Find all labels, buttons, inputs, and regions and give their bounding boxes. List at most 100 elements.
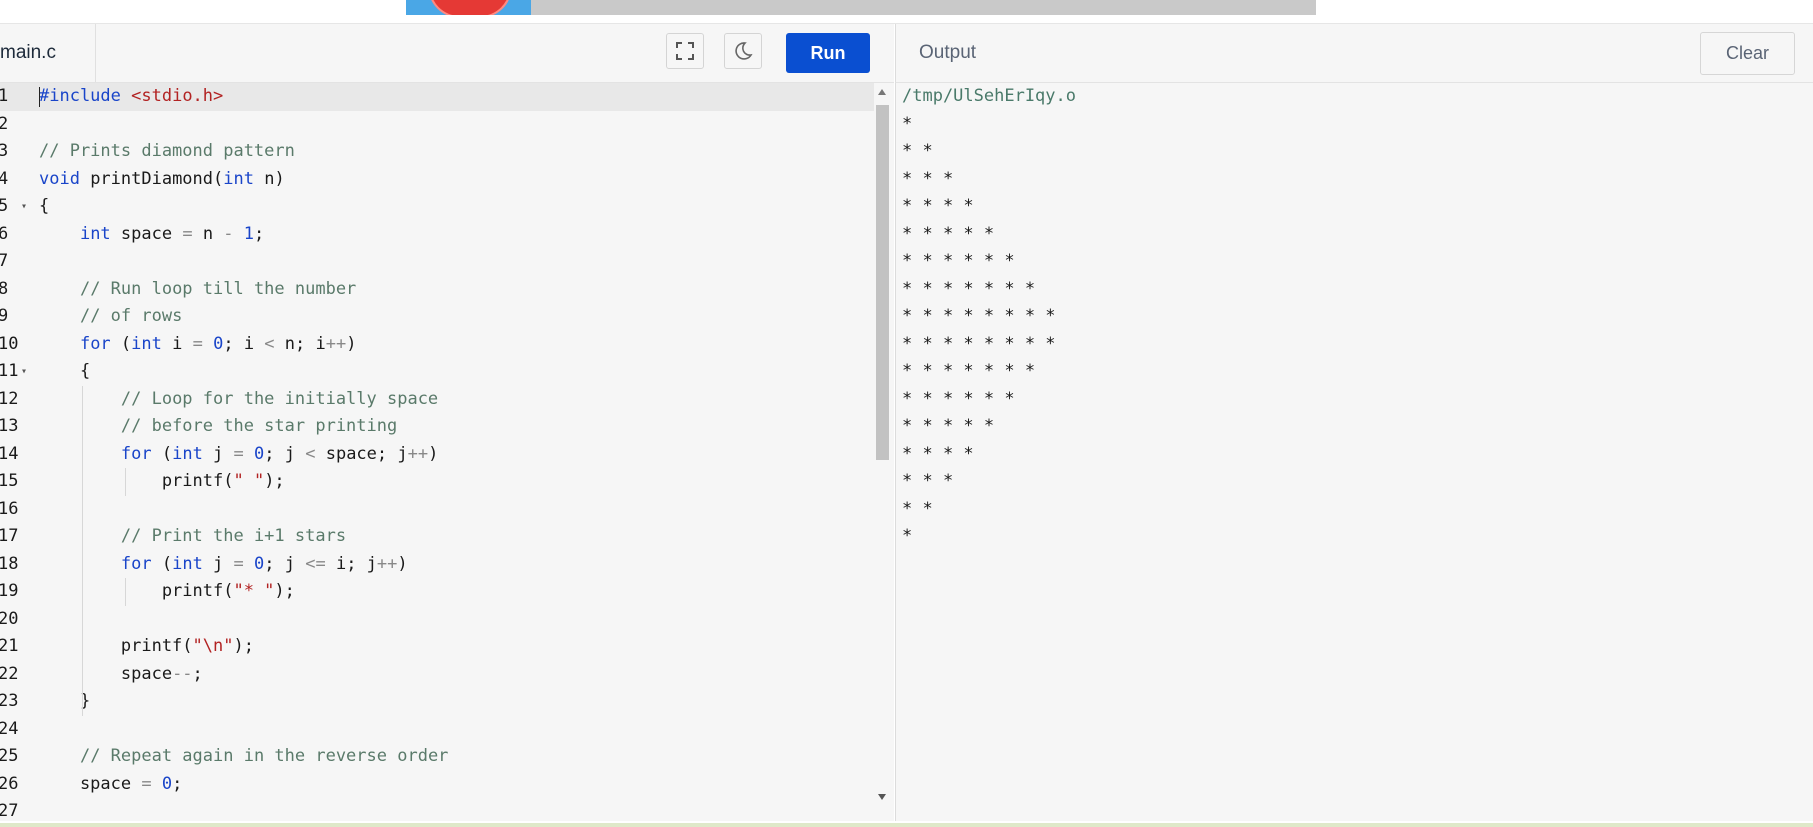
code-text: printf("\n"); — [39, 636, 254, 656]
top-banner — [0, 0, 1813, 24]
output-panel: /tmp/UlSehErIqy.o * * * * * * * * * * * * * … — [895, 83, 1813, 821]
code-line[interactable]: 21 printf("\n"); — [0, 633, 875, 661]
code-line[interactable]: 2 — [0, 111, 875, 139]
indent-guide — [82, 385, 83, 716]
line-number: 15 — [0, 471, 19, 491]
code-line[interactable]: 3 // Prints diamond pattern — [0, 138, 875, 166]
line-number: 17 — [0, 526, 19, 546]
code-line[interactable]: 24 — [0, 716, 875, 744]
code-text: // Print the i+1 stars — [120, 526, 347, 546]
line-number: 12 — [0, 388, 19, 409]
file-tab-label: main.c — [0, 42, 56, 63]
code-text: { — [39, 361, 91, 381]
code-line[interactable]: 8 // Run loop till the number — [0, 276, 875, 304]
line-number: 21 — [0, 636, 19, 656]
code-line[interactable]: 10 for (int i = 0; i < n; i++) — [0, 331, 875, 359]
output-line: * * * * * * * * — [902, 333, 1056, 354]
code-line[interactable]: 9 // of rows — [0, 303, 875, 331]
ad-graphic — [428, 0, 512, 15]
line-number: 14 — [0, 443, 19, 464]
code-line[interactable]: 16 — [0, 496, 875, 524]
code-line[interactable]: 12 // Loop for the initially space — [0, 386, 875, 414]
editor-scrollbar[interactable] — [874, 83, 890, 803]
text-cursor — [39, 87, 40, 107]
dark-mode-button[interactable] — [724, 33, 762, 69]
code-text: // Prints diamond pattern — [39, 141, 295, 161]
ad-banner[interactable] — [531, 0, 1316, 15]
code-line[interactable]: 14 for (int j = 0; j < space; j++) — [0, 441, 875, 469]
code-line[interactable]: 15 printf(" "); — [0, 468, 875, 496]
line-number: 10 — [0, 333, 19, 354]
output-line: * * * * * * — [902, 388, 1015, 409]
code-text: space--; — [39, 663, 203, 684]
output-line: * * * * * * * — [902, 278, 1036, 299]
code-line[interactable]: 25 // Repeat again in the reverse order — [0, 743, 875, 771]
code-text: int space = n - 1; — [79, 223, 265, 244]
output-line: * * * — [902, 471, 954, 491]
code-line[interactable]: 5 ▾{ — [0, 193, 875, 221]
line-number: 4 — [0, 168, 9, 189]
output-line: * * * — [902, 168, 954, 189]
code-text: #include <stdio.h> — [39, 86, 224, 106]
line-number: 3 — [0, 141, 9, 161]
code-text: void printDiamond(int n) — [39, 168, 285, 189]
output-line: * * * * * * * * — [902, 306, 1056, 326]
code-text: for (int i = 0; i < n; i++) — [79, 333, 357, 354]
code-text: { — [39, 196, 50, 216]
code-line[interactable]: 6 int space = n - 1; — [0, 221, 875, 249]
output-line: * * — [902, 141, 933, 161]
code-line[interactable]: 27 — [0, 798, 875, 821]
fold-arrow-icon[interactable]: ▾ — [21, 193, 27, 221]
fold-arrow-icon[interactable]: ▾ — [21, 358, 27, 386]
bottom-divider — [0, 823, 1813, 827]
clear-button[interactable]: Clear — [1700, 32, 1795, 75]
scroll-down-icon[interactable] — [878, 794, 886, 800]
line-number: 19 — [0, 581, 19, 601]
code-editor[interactable]: 1 #include <stdio.h> 2 3 // Prints diamond p… — [0, 83, 894, 821]
code-text: // before the star printing — [120, 416, 398, 436]
code-line[interactable]: 17 // Print the i+1 stars — [0, 523, 875, 551]
line-number: 25 — [0, 746, 19, 766]
line-number: 22 — [0, 663, 19, 684]
line-number: 26 — [0, 773, 19, 794]
code-line[interactable]: 7 — [0, 248, 875, 276]
editor-toolbar: main.c Run — [0, 24, 894, 83]
code-line[interactable]: 1 #include <stdio.h> — [0, 83, 875, 111]
output-line: * — [902, 526, 913, 546]
line-number: 27 — [0, 801, 19, 821]
line-number: 13 — [0, 416, 19, 436]
output-toolbar: Output Clear — [895, 24, 1813, 83]
code-line[interactable]: 13 // before the star printing — [0, 413, 875, 441]
line-number: 9 — [0, 306, 9, 326]
line-number: 16 — [0, 498, 19, 519]
code-text: // Loop for the initially space — [120, 388, 439, 409]
code-text: // of rows — [79, 306, 183, 326]
line-number: 20 — [0, 608, 19, 629]
line-number: 8 — [0, 278, 9, 299]
code-line[interactable]: 20 — [0, 606, 875, 634]
code-text: space = 0; — [39, 773, 183, 794]
output-line: * * * * — [902, 196, 974, 216]
line-number: 7 — [0, 251, 9, 271]
code-line[interactable]: 26 space = 0; — [0, 771, 875, 799]
code-line[interactable]: 19 printf("* "); — [0, 578, 875, 606]
code-text: // Repeat again in the reverse order — [79, 746, 449, 766]
code-line[interactable]: 22 space--; — [0, 661, 875, 689]
output-line: * * * * — [902, 443, 974, 464]
scroll-up-icon[interactable] — [878, 89, 886, 95]
fullscreen-button[interactable] — [666, 33, 704, 69]
ad-image[interactable] — [406, 0, 531, 15]
output-line: * * — [902, 498, 933, 519]
scrollbar-thumb[interactable] — [876, 105, 889, 460]
code-line[interactable]: 4 void printDiamond(int n) — [0, 166, 875, 194]
code-line[interactable]: 18 for (int j = 0; j <= i; j++) — [0, 551, 875, 579]
line-number: 24 — [0, 718, 19, 739]
code-text: for (int j = 0; j < space; j++) — [120, 443, 439, 464]
code-line[interactable]: 23 } — [0, 688, 875, 716]
output-path: /tmp/UlSehErIqy.o — [902, 86, 1076, 106]
code-line[interactable]: 11 ▾ { — [0, 358, 875, 386]
run-button[interactable]: Run — [786, 33, 870, 73]
file-tab-main-c[interactable]: main.c — [0, 24, 96, 82]
output-line: * * * * * * — [902, 251, 1015, 271]
code-text: // Run loop till the number — [79, 278, 357, 299]
